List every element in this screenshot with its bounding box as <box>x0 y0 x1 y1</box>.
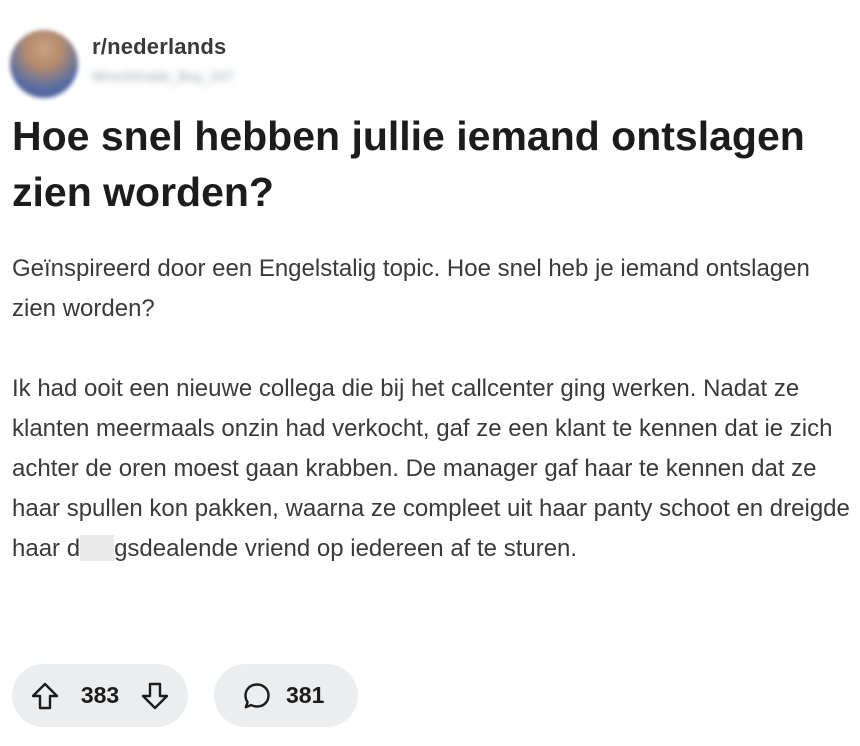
comments-button[interactable]: 381 <box>214 664 358 727</box>
downvote-icon[interactable] <box>140 681 170 711</box>
upvote-icon[interactable] <box>30 681 60 711</box>
body-paragraph: Geïnspireerd door een Engelstalig topic.… <box>12 255 810 322</box>
post-body: Geïnspireerd door een Engelstalig topic.… <box>12 249 852 569</box>
avatar[interactable] <box>10 30 78 98</box>
username[interactable]: Wrochimado_Boy_247 <box>92 68 233 84</box>
comment-count: 381 <box>286 682 325 708</box>
subreddit-name[interactable]: r/nederlands <box>92 34 226 60</box>
redaction-block <box>80 535 115 561</box>
post-header: r/nederlands Wrochimado_Boy_247 <box>10 28 410 100</box>
body-text: Ik had ooit een nieuwe collega die bij h… <box>12 375 850 562</box>
vote-bar: 383 <box>12 664 188 727</box>
comment-icon <box>242 681 272 711</box>
post-actions: 383 381 <box>12 664 358 727</box>
post-title[interactable]: Hoe snel hebben jullie iemand ontslagen … <box>12 108 842 220</box>
body-paragraph: Ik had ooit een nieuwe collega die bij h… <box>12 369 852 569</box>
upvote-count: 383 <box>80 682 120 708</box>
body-text: gsdealende vriend op iedereen af te stur… <box>114 535 578 562</box>
